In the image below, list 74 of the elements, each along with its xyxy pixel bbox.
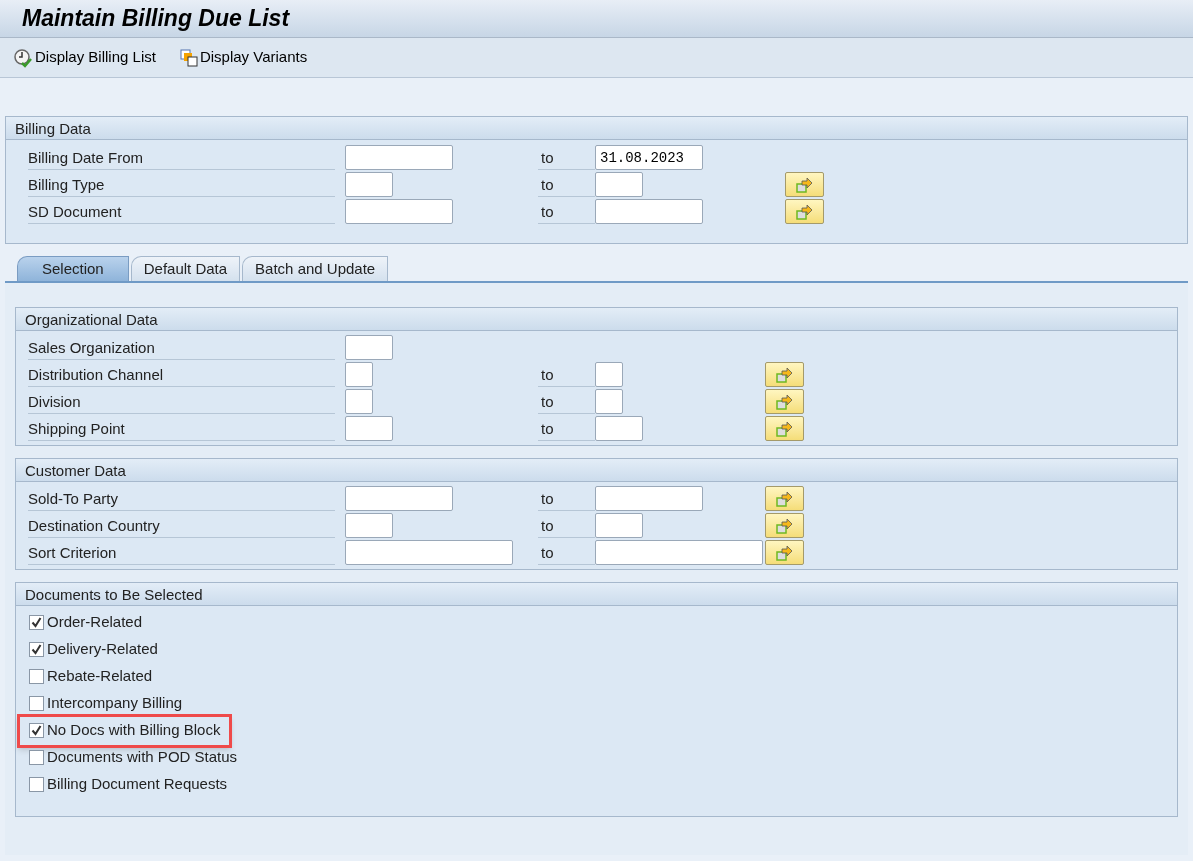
checkbox[interactable] bbox=[29, 642, 44, 657]
checkbox-label: Delivery-Related bbox=[47, 639, 158, 660]
toolbar-button[interactable]: Display Billing List bbox=[13, 46, 156, 69]
arrow-into-box-icon bbox=[795, 203, 814, 220]
multiple-selection-button[interactable] bbox=[765, 389, 804, 414]
field-label: Division bbox=[28, 389, 335, 414]
arrow-into-box-icon bbox=[775, 544, 794, 561]
multiple-selection-button[interactable] bbox=[765, 416, 804, 441]
checkbox[interactable] bbox=[29, 615, 44, 630]
multiple-selection-button[interactable] bbox=[765, 540, 804, 565]
arrow-into-box-icon bbox=[775, 366, 794, 383]
checkbox-label: No Docs with Billing Block bbox=[47, 720, 221, 741]
from-field[interactable] bbox=[345, 145, 453, 170]
to-field[interactable] bbox=[595, 416, 643, 441]
field-label: SD Document bbox=[28, 199, 335, 224]
from-field[interactable] bbox=[345, 540, 513, 565]
checkbox[interactable] bbox=[29, 750, 44, 765]
window-title: Maintain Billing Due List bbox=[22, 4, 290, 34]
from-field[interactable] bbox=[345, 486, 453, 511]
checkmark-icon bbox=[31, 725, 42, 736]
checkbox[interactable] bbox=[29, 696, 44, 711]
arrow-into-box-icon bbox=[775, 420, 794, 437]
field-label: Destination Country bbox=[28, 513, 335, 538]
field-label: Sold-To Party bbox=[28, 486, 335, 511]
checkbox-label: Billing Document Requests bbox=[47, 774, 228, 795]
arrow-into-box-icon bbox=[775, 393, 794, 410]
checkmark-icon bbox=[31, 617, 42, 628]
from-field[interactable] bbox=[345, 172, 393, 197]
checkmark-icon bbox=[31, 644, 42, 655]
to-field[interactable] bbox=[595, 389, 623, 414]
multiple-selection-button[interactable] bbox=[785, 172, 824, 197]
multiple-selection-button[interactable] bbox=[765, 362, 804, 387]
tab[interactable]: Batch and Update bbox=[242, 256, 389, 281]
to-field[interactable]: 31.08.2023 bbox=[595, 145, 703, 170]
checkbox-label: Order-Related bbox=[47, 612, 143, 633]
group-title: Billing Data bbox=[6, 117, 1187, 140]
to-field[interactable] bbox=[595, 486, 703, 511]
multiple-selection-button[interactable] bbox=[765, 486, 804, 511]
checkbox[interactable] bbox=[29, 777, 44, 792]
from-field[interactable] bbox=[345, 389, 373, 414]
clock-check-icon bbox=[13, 47, 33, 68]
field-label: Shipping Point bbox=[28, 416, 335, 441]
group-title: Customer Data bbox=[16, 459, 1177, 482]
checkbox[interactable] bbox=[29, 669, 44, 684]
field-label: Billing Type bbox=[28, 172, 335, 197]
arrow-into-box-icon bbox=[795, 176, 814, 193]
from-field[interactable] bbox=[345, 199, 453, 224]
to-field[interactable] bbox=[595, 513, 643, 538]
toolbar-button[interactable]: Display Variants bbox=[179, 46, 308, 69]
arrow-into-box-icon bbox=[775, 517, 794, 534]
stacked-windows-icon bbox=[179, 48, 198, 67]
from-field[interactable] bbox=[345, 335, 393, 360]
checkbox[interactable] bbox=[29, 723, 44, 738]
field-label: Distribution Channel bbox=[28, 362, 335, 387]
arrow-into-box-icon bbox=[775, 490, 794, 507]
group-title: Organizational Data bbox=[16, 308, 1177, 331]
to-field[interactable] bbox=[595, 540, 763, 565]
checkbox-label: Rebate-Related bbox=[47, 666, 153, 687]
from-field[interactable] bbox=[345, 513, 393, 538]
field-label: Sort Criterion bbox=[28, 540, 335, 565]
field-label: Billing Date From bbox=[28, 145, 335, 170]
field-label: Sales Organization bbox=[28, 335, 335, 360]
to-field[interactable] bbox=[595, 199, 703, 224]
checkbox-label: Documents with POD Status bbox=[47, 747, 238, 768]
to-field[interactable] bbox=[595, 362, 623, 387]
tab[interactable]: Selection bbox=[17, 256, 129, 281]
from-field[interactable] bbox=[345, 362, 373, 387]
from-field[interactable] bbox=[345, 416, 393, 441]
multiple-selection-button[interactable] bbox=[765, 513, 804, 538]
tab[interactable]: Default Data bbox=[130, 256, 241, 281]
to-field[interactable] bbox=[595, 172, 643, 197]
multiple-selection-button[interactable] bbox=[785, 199, 824, 224]
group-title: Documents to Be Selected bbox=[16, 583, 1177, 606]
checkbox-label: Intercompany Billing bbox=[47, 693, 183, 714]
